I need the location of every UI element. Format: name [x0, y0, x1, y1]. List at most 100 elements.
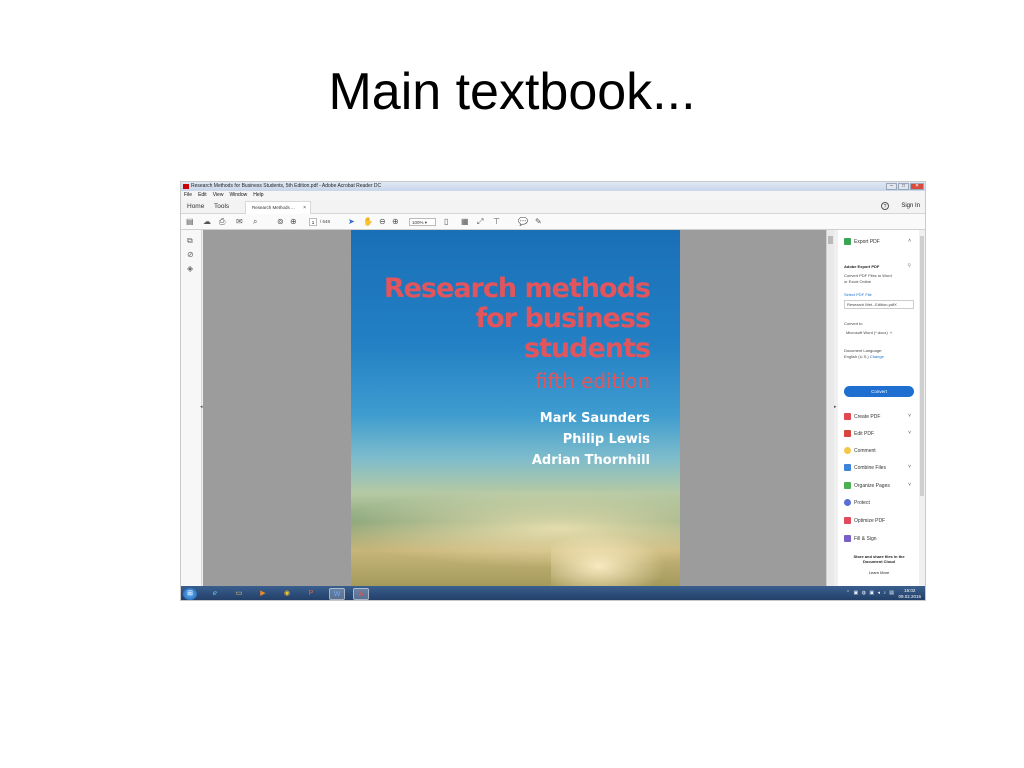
chrome-icon[interactable]: ◉: [279, 588, 295, 600]
slide-title: Main textbook...: [328, 63, 696, 121]
menu-view[interactable]: View: [213, 191, 224, 200]
tool-edit-pdf[interactable]: Edit PDF: [844, 430, 874, 438]
convert-to-value: Microsoft Word (*.docx): [846, 330, 888, 335]
menu-help[interactable]: Help: [253, 191, 263, 200]
menu-edit[interactable]: Edit: [198, 191, 207, 200]
file-explorer-icon[interactable]: ▭: [231, 588, 247, 600]
book-author-3: Adrian Thornhill: [531, 453, 650, 468]
menu-window[interactable]: Window: [229, 191, 247, 200]
convert-button[interactable]: Convert: [844, 386, 914, 397]
system-tray[interactable]: ⌃ ▣ ◍ ▣ ◂ ♪ ▤: [846, 590, 895, 596]
export-pdf-icon: [844, 238, 851, 245]
system-clock[interactable]: 15:02 09.02.2016: [898, 588, 921, 599]
book-title-line-1: Research methods: [383, 273, 651, 304]
page-thumbnails-icon[interactable]: ⧉: [187, 236, 193, 246]
tool-combine-files[interactable]: Combine Files: [844, 464, 886, 472]
tools-scrollbar-thumb[interactable]: [920, 236, 924, 496]
book-title-line-3: students: [523, 333, 651, 364]
fit-page-icon[interactable]: ▯: [444, 217, 448, 226]
tool-label: Comment: [854, 447, 876, 454]
export-description-2: or Excel Online: [844, 279, 872, 284]
select-file-link[interactable]: Select PDF File: [844, 292, 872, 298]
document-scrollbar[interactable]: [826, 230, 834, 586]
navigation-pane: ⧉ ⊘ ◈ ◂: [181, 230, 203, 586]
tool-create-pdf[interactable]: Create PDF: [844, 413, 880, 421]
tool-label: Create PDF: [854, 413, 881, 420]
menu-bar: File Edit View Window Help: [181, 191, 925, 200]
change-language-link[interactable]: Change: [870, 354, 884, 359]
start-button[interactable]: ⊞: [183, 588, 197, 600]
prev-page-icon[interactable]: ⊚: [277, 217, 284, 226]
tool-label: Fill & Sign: [854, 535, 877, 542]
language-row: English (U.S.) Change: [844, 354, 884, 360]
tools-pane-scrollbar[interactable]: [919, 230, 925, 586]
close-tab-icon[interactable]: ×: [303, 202, 306, 214]
acrobat-window-screenshot: Research Methods for Business Students, …: [180, 181, 926, 601]
scroll-mode-icon[interactable]: ▦: [461, 217, 469, 226]
layers-icon[interactable]: ◈: [187, 264, 193, 273]
zoom-out-icon[interactable]: ⊖: [379, 217, 386, 226]
cloud-line-2: Document Cloud: [863, 559, 895, 564]
selected-file-field[interactable]: Research Met...Edition.pdfX: [844, 300, 914, 309]
tool-label: Edit PDF: [854, 430, 875, 437]
email-icon[interactable]: ✉: [236, 217, 243, 226]
collapse-right-icon[interactable]: ▸: [834, 404, 837, 410]
zoom-in-icon[interactable]: ⊕: [392, 217, 399, 226]
minimize-button[interactable]: –: [886, 183, 897, 190]
scrollbar-thumb[interactable]: [828, 236, 833, 244]
chevron-down-icon[interactable]: ˅: [908, 413, 911, 419]
windows-taskbar: ⊞ ℯ ▭ ▶ ◉ P W A ⌃ ▣ ◍ ▣ ◂ ♪ ▤ 15:02 09.0…: [181, 586, 925, 600]
document-tab[interactable]: Research Methods ... ×: [245, 201, 311, 214]
word-icon[interactable]: W: [329, 588, 345, 600]
media-player-icon[interactable]: ▶: [255, 588, 271, 600]
chevron-down-icon[interactable]: ˅: [908, 430, 911, 436]
tool-optimize-pdf[interactable]: Optimize PDF: [844, 517, 885, 525]
save-icon[interactable]: ▤: [186, 217, 194, 226]
help-icon[interactable]: ?: [881, 202, 889, 210]
menu-file[interactable]: File: [184, 191, 192, 200]
convert-to-select[interactable]: Microsoft Word (*.docx) ˅: [844, 329, 914, 338]
sign-icon[interactable]: ✎: [535, 217, 542, 226]
clock-date: 09.02.2016: [898, 593, 921, 599]
attach-icon[interactable]: ⚲: [907, 263, 911, 269]
tab-home[interactable]: Home: [187, 203, 204, 210]
learn-more-link[interactable]: Learn More: [842, 570, 916, 575]
tool-label: Optimize PDF: [854, 517, 886, 524]
fullscreen-icon[interactable]: ⤢: [477, 217, 483, 226]
export-pdf-header[interactable]: Export PDF: [844, 238, 880, 246]
combine-files-icon: [844, 464, 851, 471]
sign-in-link[interactable]: Sign In: [901, 203, 920, 209]
cloud-upload-icon[interactable]: ☁: [203, 217, 211, 226]
zoom-select[interactable]: 100% ▾: [409, 218, 436, 226]
tool-fill-sign[interactable]: Fill & Sign: [844, 535, 877, 543]
document-view[interactable]: Research methods for business students f…: [203, 230, 828, 586]
select-cursor-icon[interactable]: ➤: [348, 217, 355, 226]
attachments-icon[interactable]: ⊘: [187, 250, 194, 259]
tool-comment[interactable]: Comment: [844, 447, 876, 455]
language-label: Document Language:: [844, 348, 883, 353]
close-button[interactable]: ✕: [910, 183, 924, 190]
chevron-down-icon[interactable]: ˅: [908, 482, 911, 488]
maximize-button[interactable]: □: [898, 183, 909, 190]
create-pdf-icon: [844, 413, 851, 420]
comment-icon: [844, 447, 851, 454]
comment-icon[interactable]: 💬: [518, 217, 528, 226]
organize-pages-icon: [844, 482, 851, 489]
tab-bar: Home Tools Research Methods ... × ? Sign…: [181, 200, 925, 214]
cover-road: [551, 530, 671, 586]
tool-protect[interactable]: Protect: [844, 499, 870, 507]
page-number-input[interactable]: 1: [309, 218, 317, 226]
protect-icon: [844, 499, 851, 506]
internet-explorer-icon[interactable]: ℯ: [207, 588, 223, 600]
print-icon[interactable]: ⎙: [219, 217, 225, 226]
hand-icon[interactable]: ✋: [363, 217, 373, 226]
chevron-up-icon[interactable]: ˄: [908, 238, 911, 244]
search-icon[interactable]: ⌕: [253, 217, 257, 226]
powerpoint-icon[interactable]: P: [303, 588, 319, 600]
tool-organize-pages[interactable]: Organize Pages: [844, 482, 890, 490]
tab-tools[interactable]: Tools: [214, 203, 229, 210]
acrobat-taskbar-icon[interactable]: A: [353, 588, 369, 600]
next-page-icon[interactable]: ⊕: [290, 217, 297, 226]
tools-icon[interactable]: ⊤: [493, 217, 500, 226]
chevron-down-icon[interactable]: ˅: [908, 464, 911, 470]
